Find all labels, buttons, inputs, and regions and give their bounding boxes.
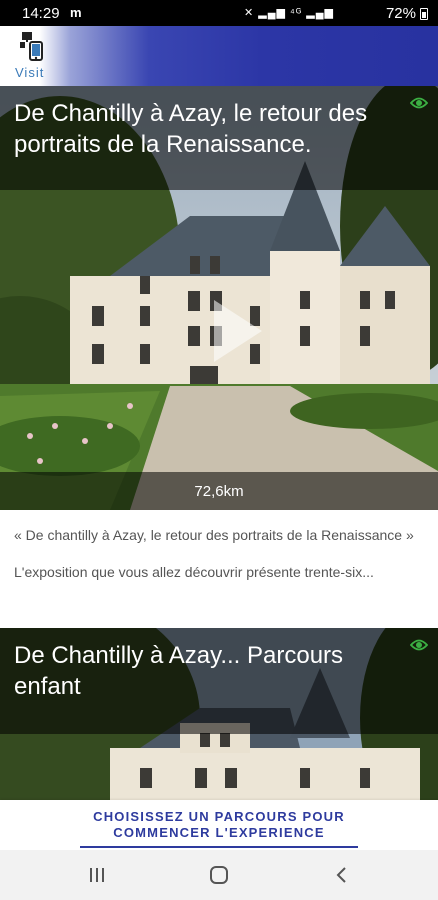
distance-bar: 72,6km — [0, 472, 438, 510]
choose-tour-button[interactable]: CHOISISSEZ UN PARCOURS POUR COMMENCER L'… — [0, 800, 438, 850]
recent-apps-icon[interactable] — [88, 867, 106, 883]
choose-tour-label: CHOISISSEZ UN PARCOURS POUR COMMENCER L'… — [93, 809, 345, 840]
eye-icon[interactable] — [410, 638, 428, 652]
play-icon[interactable] — [210, 296, 266, 366]
logo-icon — [20, 32, 43, 61]
status-bar: 14:29 m ✕ ▂▄▆ ⁴ᴳ ▂▄▆ 72% — [0, 0, 438, 26]
logo-text: Visit — [15, 65, 45, 80]
signal-icons: ✕ ▂▄▆ ⁴ᴳ ▂▄▆ — [244, 7, 334, 19]
app-logo[interactable]: Visit — [12, 30, 54, 82]
back-icon[interactable] — [334, 866, 348, 884]
eye-icon[interactable] — [410, 96, 428, 110]
description-excerpt: L'exposition que vous allez découvrir pr… — [14, 564, 374, 580]
status-time: 14:29 — [22, 5, 60, 22]
tour-title: De Chantilly à Azay... Parcours enfant — [14, 642, 344, 700]
distance-label: 72,6km — [194, 483, 244, 500]
tour-description[interactable]: « De chantilly à Azay, le retour des por… — [0, 510, 438, 628]
description-title: « De chantilly à Azay, le retour des por… — [14, 527, 414, 543]
tour-title: De Chantilly à Azay, le retour des portr… — [14, 100, 368, 158]
tour-card[interactable]: De Chantilly à Azay, le retour des portr… — [0, 86, 438, 510]
tour-card[interactable]: De Chantilly à Azay... Parcours enfant — [0, 628, 438, 800]
home-icon[interactable] — [210, 866, 228, 884]
app-bar: Visit — [0, 26, 438, 86]
system-nav-bar — [0, 850, 438, 900]
carrier-icon: m — [70, 5, 82, 20]
cta-underline — [80, 846, 358, 848]
battery-percent: 72% — [385, 5, 416, 22]
battery-icon — [420, 8, 428, 20]
